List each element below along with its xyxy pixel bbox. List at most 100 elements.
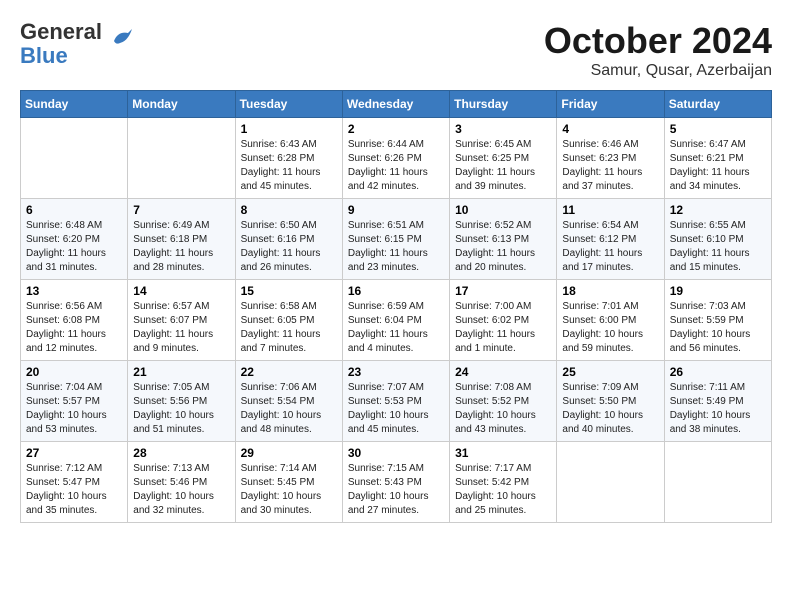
header-friday: Friday bbox=[557, 91, 664, 118]
day-number: 14 bbox=[133, 284, 229, 298]
table-row: 28 Sunrise: 7:13 AMSunset: 5:46 PMDaylig… bbox=[128, 442, 235, 523]
header-monday: Monday bbox=[128, 91, 235, 118]
table-row: 17 Sunrise: 7:00 AMSunset: 6:02 PMDaylig… bbox=[450, 280, 557, 361]
table-row: 15 Sunrise: 6:58 AMSunset: 6:05 PMDaylig… bbox=[235, 280, 342, 361]
table-row bbox=[664, 442, 771, 523]
table-row: 11 Sunrise: 6:54 AMSunset: 6:12 PMDaylig… bbox=[557, 199, 664, 280]
day-number: 27 bbox=[26, 446, 122, 460]
table-row: 12 Sunrise: 6:55 AMSunset: 6:10 PMDaylig… bbox=[664, 199, 771, 280]
day-number: 16 bbox=[348, 284, 444, 298]
table-row bbox=[21, 118, 128, 199]
day-number: 25 bbox=[562, 365, 658, 379]
logo-text: General Blue bbox=[20, 20, 102, 68]
table-row bbox=[128, 118, 235, 199]
table-row: 2 Sunrise: 6:44 AMSunset: 6:26 PMDayligh… bbox=[342, 118, 449, 199]
day-info: Sunrise: 6:58 AMSunset: 6:05 PMDaylight:… bbox=[241, 300, 337, 356]
calendar-week-row: 20 Sunrise: 7:04 AMSunset: 5:57 PMDaylig… bbox=[21, 361, 772, 442]
logo: General Blue bbox=[20, 20, 136, 68]
day-info: Sunrise: 6:48 AMSunset: 6:20 PMDaylight:… bbox=[26, 219, 122, 275]
day-number: 22 bbox=[241, 365, 337, 379]
day-info: Sunrise: 6:55 AMSunset: 6:10 PMDaylight:… bbox=[670, 219, 766, 275]
table-row: 20 Sunrise: 7:04 AMSunset: 5:57 PMDaylig… bbox=[21, 361, 128, 442]
day-info: Sunrise: 6:49 AMSunset: 6:18 PMDaylight:… bbox=[133, 219, 229, 275]
day-info: Sunrise: 7:05 AMSunset: 5:56 PMDaylight:… bbox=[133, 381, 229, 437]
table-row: 31 Sunrise: 7:17 AMSunset: 5:42 PMDaylig… bbox=[450, 442, 557, 523]
table-row: 16 Sunrise: 6:59 AMSunset: 6:04 PMDaylig… bbox=[342, 280, 449, 361]
day-number: 2 bbox=[348, 122, 444, 136]
location: Samur, Qusar, Azerbaijan bbox=[544, 62, 772, 80]
table-row: 6 Sunrise: 6:48 AMSunset: 6:20 PMDayligh… bbox=[21, 199, 128, 280]
day-info: Sunrise: 7:04 AMSunset: 5:57 PMDaylight:… bbox=[26, 381, 122, 437]
day-number: 30 bbox=[348, 446, 444, 460]
day-info: Sunrise: 6:46 AMSunset: 6:23 PMDaylight:… bbox=[562, 138, 658, 194]
day-info: Sunrise: 7:11 AMSunset: 5:49 PMDaylight:… bbox=[670, 381, 766, 437]
day-info: Sunrise: 6:50 AMSunset: 6:16 PMDaylight:… bbox=[241, 219, 337, 275]
day-info: Sunrise: 7:14 AMSunset: 5:45 PMDaylight:… bbox=[241, 462, 337, 518]
day-number: 13 bbox=[26, 284, 122, 298]
day-number: 23 bbox=[348, 365, 444, 379]
table-row: 25 Sunrise: 7:09 AMSunset: 5:50 PMDaylig… bbox=[557, 361, 664, 442]
day-info: Sunrise: 7:07 AMSunset: 5:53 PMDaylight:… bbox=[348, 381, 444, 437]
table-row: 1 Sunrise: 6:43 AMSunset: 6:28 PMDayligh… bbox=[235, 118, 342, 199]
table-row: 8 Sunrise: 6:50 AMSunset: 6:16 PMDayligh… bbox=[235, 199, 342, 280]
table-row: 24 Sunrise: 7:08 AMSunset: 5:52 PMDaylig… bbox=[450, 361, 557, 442]
day-number: 11 bbox=[562, 203, 658, 217]
day-number: 20 bbox=[26, 365, 122, 379]
calendar-week-row: 6 Sunrise: 6:48 AMSunset: 6:20 PMDayligh… bbox=[21, 199, 772, 280]
day-number: 29 bbox=[241, 446, 337, 460]
day-number: 10 bbox=[455, 203, 551, 217]
table-row: 21 Sunrise: 7:05 AMSunset: 5:56 PMDaylig… bbox=[128, 361, 235, 442]
day-info: Sunrise: 6:54 AMSunset: 6:12 PMDaylight:… bbox=[562, 219, 658, 275]
day-info: Sunrise: 6:51 AMSunset: 6:15 PMDaylight:… bbox=[348, 219, 444, 275]
day-number: 1 bbox=[241, 122, 337, 136]
day-info: Sunrise: 7:01 AMSunset: 6:00 PMDaylight:… bbox=[562, 300, 658, 356]
day-number: 3 bbox=[455, 122, 551, 136]
calendar-week-row: 13 Sunrise: 6:56 AMSunset: 6:08 PMDaylig… bbox=[21, 280, 772, 361]
header-tuesday: Tuesday bbox=[235, 91, 342, 118]
day-number: 19 bbox=[670, 284, 766, 298]
day-number: 12 bbox=[670, 203, 766, 217]
day-info: Sunrise: 7:13 AMSunset: 5:46 PMDaylight:… bbox=[133, 462, 229, 518]
table-row: 7 Sunrise: 6:49 AMSunset: 6:18 PMDayligh… bbox=[128, 199, 235, 280]
day-info: Sunrise: 6:52 AMSunset: 6:13 PMDaylight:… bbox=[455, 219, 551, 275]
table-row: 22 Sunrise: 7:06 AMSunset: 5:54 PMDaylig… bbox=[235, 361, 342, 442]
day-number: 5 bbox=[670, 122, 766, 136]
logo-general: General bbox=[20, 19, 102, 44]
day-info: Sunrise: 6:43 AMSunset: 6:28 PMDaylight:… bbox=[241, 138, 337, 194]
day-info: Sunrise: 7:08 AMSunset: 5:52 PMDaylight:… bbox=[455, 381, 551, 437]
table-row: 18 Sunrise: 7:01 AMSunset: 6:00 PMDaylig… bbox=[557, 280, 664, 361]
page-header: General Blue October 2024 Samur, Qusar, … bbox=[20, 20, 772, 80]
day-number: 8 bbox=[241, 203, 337, 217]
day-number: 24 bbox=[455, 365, 551, 379]
day-info: Sunrise: 6:47 AMSunset: 6:21 PMDaylight:… bbox=[670, 138, 766, 194]
table-row: 10 Sunrise: 6:52 AMSunset: 6:13 PMDaylig… bbox=[450, 199, 557, 280]
table-row: 30 Sunrise: 7:15 AMSunset: 5:43 PMDaylig… bbox=[342, 442, 449, 523]
logo-blue: Blue bbox=[20, 43, 68, 68]
day-number: 21 bbox=[133, 365, 229, 379]
calendar-week-row: 1 Sunrise: 6:43 AMSunset: 6:28 PMDayligh… bbox=[21, 118, 772, 199]
day-number: 28 bbox=[133, 446, 229, 460]
day-info: Sunrise: 6:56 AMSunset: 6:08 PMDaylight:… bbox=[26, 300, 122, 356]
day-info: Sunrise: 6:59 AMSunset: 6:04 PMDaylight:… bbox=[348, 300, 444, 356]
day-number: 18 bbox=[562, 284, 658, 298]
table-row: 5 Sunrise: 6:47 AMSunset: 6:21 PMDayligh… bbox=[664, 118, 771, 199]
day-info: Sunrise: 7:03 AMSunset: 5:59 PMDaylight:… bbox=[670, 300, 766, 356]
day-number: 6 bbox=[26, 203, 122, 217]
header-wednesday: Wednesday bbox=[342, 91, 449, 118]
day-number: 31 bbox=[455, 446, 551, 460]
day-number: 15 bbox=[241, 284, 337, 298]
table-row: 23 Sunrise: 7:07 AMSunset: 5:53 PMDaylig… bbox=[342, 361, 449, 442]
day-number: 7 bbox=[133, 203, 229, 217]
day-info: Sunrise: 6:45 AMSunset: 6:25 PMDaylight:… bbox=[455, 138, 551, 194]
day-info: Sunrise: 7:00 AMSunset: 6:02 PMDaylight:… bbox=[455, 300, 551, 356]
calendar-table: Sunday Monday Tuesday Wednesday Thursday… bbox=[20, 90, 772, 523]
day-number: 4 bbox=[562, 122, 658, 136]
month-title: October 2024 bbox=[544, 20, 772, 62]
table-row: 27 Sunrise: 7:12 AMSunset: 5:47 PMDaylig… bbox=[21, 442, 128, 523]
title-section: October 2024 Samur, Qusar, Azerbaijan bbox=[544, 20, 772, 80]
day-info: Sunrise: 7:15 AMSunset: 5:43 PMDaylight:… bbox=[348, 462, 444, 518]
table-row: 29 Sunrise: 7:14 AMSunset: 5:45 PMDaylig… bbox=[235, 442, 342, 523]
day-info: Sunrise: 7:12 AMSunset: 5:47 PMDaylight:… bbox=[26, 462, 122, 518]
day-info: Sunrise: 7:09 AMSunset: 5:50 PMDaylight:… bbox=[562, 381, 658, 437]
logo-bird-icon bbox=[106, 23, 136, 58]
